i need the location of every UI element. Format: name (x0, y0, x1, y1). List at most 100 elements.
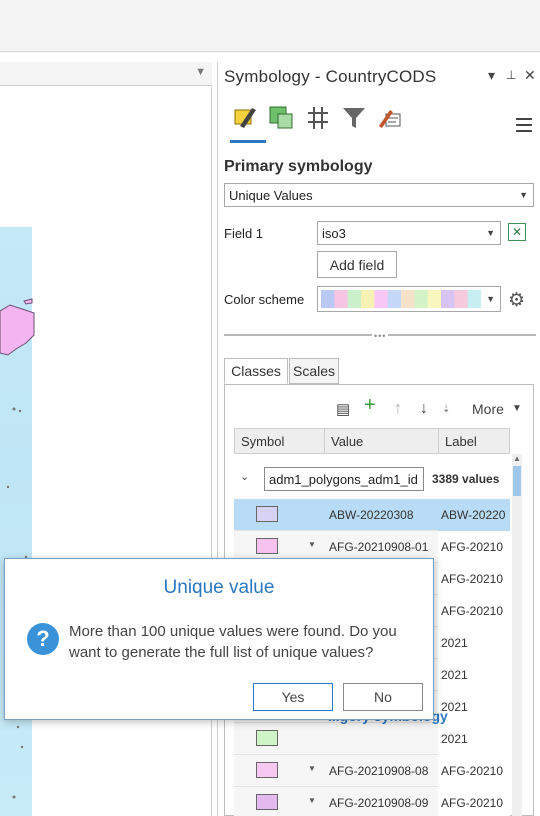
move-up-icon[interactable]: ↑ (394, 400, 402, 418)
color-scheme-swatch (467, 290, 481, 308)
color-scheme-swatch (347, 290, 362, 308)
symbol-swatch[interactable] (256, 794, 278, 810)
pane-options-icon[interactable]: ▾ (488, 67, 495, 84)
group-heading-row: ⌄ adm1_polygons_adm1_id 3389 values (234, 460, 510, 496)
table-row[interactable]: ▼ AFG-20210908-09 AFG-20210 (234, 787, 510, 816)
expression-icon[interactable]: ✕ (508, 223, 526, 241)
more-menu-label[interactable]: More (472, 401, 504, 417)
add-values-icon[interactable]: ▤ (336, 400, 350, 418)
filter-icon[interactable] (338, 102, 370, 134)
symbol-cell[interactable]: ▼ (234, 755, 324, 787)
label-cell[interactable]: 2021 (438, 627, 510, 659)
move-down-icon[interactable]: ↓ (420, 400, 428, 418)
symbol-cell[interactable]: ▼ (234, 787, 324, 816)
symbology-icon-tabs (230, 102, 430, 143)
no-button[interactable]: No (343, 683, 423, 711)
menu-icon[interactable] (516, 118, 532, 136)
chevron-down-icon[interactable]: ▼ (308, 796, 316, 805)
chevron-down-icon[interactable]: ▼ (195, 66, 206, 78)
symbol-swatch[interactable] (256, 730, 278, 746)
gear-icon[interactable]: ⚙ (508, 289, 525, 312)
add-icon[interactable]: + (364, 394, 376, 417)
value-cell (326, 723, 436, 755)
table-header: Symbol Value Label (234, 428, 510, 454)
primary-symbology-icon[interactable] (230, 102, 262, 134)
label-cell[interactable]: ABW-20220 (438, 499, 510, 531)
table-row[interactable]: 2021 (234, 723, 510, 755)
dialog-title: Unique value (163, 577, 275, 598)
symbol-cell[interactable] (234, 499, 324, 531)
renderer-select[interactable]: Unique Values ▼ (224, 183, 534, 207)
color-scheme-label: Color scheme (224, 292, 305, 307)
chevron-down-icon: ▼ (486, 294, 495, 304)
symbol-swatch[interactable] (256, 762, 278, 778)
reorder-icon[interactable]: ⇣ (442, 404, 450, 415)
color-scheme-swatch (401, 290, 415, 308)
label-cell[interactable]: 2021 (438, 659, 510, 691)
color-scheme-swatch (321, 290, 335, 308)
label-cell[interactable]: AFG-20210 (438, 531, 510, 563)
value-cell: ABW-20220308 (329, 508, 414, 522)
table-row[interactable]: ▼ AFG-20210908-08 AFG-20210 (234, 755, 510, 787)
header-value[interactable]: Value (325, 429, 439, 453)
active-tab-indicator (230, 140, 266, 143)
color-scheme-swatch (361, 290, 375, 308)
unique-value-dialog: Unique value ? More than 100 unique valu… (4, 558, 434, 720)
label-cell[interactable]: AFG-20210 (438, 595, 510, 627)
chevron-down-icon: ▼ (519, 190, 528, 200)
chevron-down-icon[interactable]: ▼ (308, 764, 316, 773)
label-cell[interactable]: AFG-20210 (438, 563, 510, 595)
table-row[interactable]: ABW-20220308 ABW-20220 (234, 499, 510, 531)
ribbon (0, 0, 540, 52)
collapse-chevron-icon[interactable]: ⌄ (240, 470, 249, 483)
header-symbol[interactable]: Symbol (235, 429, 325, 453)
chevron-down-icon[interactable]: ▼ (308, 540, 316, 549)
label-class-icon[interactable] (374, 102, 406, 134)
field1-value: iso3 (322, 225, 346, 241)
value-cell: AFG-20210908-09 (329, 796, 429, 810)
renderer-select-value: Unique Values (229, 187, 313, 203)
chevron-down-icon[interactable]: ▼ (512, 403, 522, 414)
group-value-count: 3389 values (432, 472, 500, 486)
color-scheme-swatch (334, 290, 349, 308)
color-scheme-swatch (441, 290, 455, 308)
label-cell[interactable]: 2021 (438, 691, 510, 723)
symbol-swatch[interactable] (256, 538, 278, 554)
grip-icon: ••• (372, 331, 389, 341)
label-cell[interactable]: AFG-20210 (438, 787, 510, 816)
color-scheme-select[interactable]: ▼ (317, 286, 501, 312)
label-cell[interactable]: AFG-20210 (438, 755, 510, 787)
add-field-button[interactable]: Add field (317, 251, 397, 278)
pin-icon[interactable]: ⊥ (506, 68, 516, 82)
table-scrollbar[interactable]: ▲ (512, 454, 522, 816)
close-icon[interactable]: ✕ (524, 67, 536, 84)
yes-button[interactable]: Yes (253, 683, 333, 711)
symbol-cell[interactable] (234, 723, 324, 755)
dialog-message: More than 100 unique values were found. … (69, 623, 397, 661)
vary-symbology-icon[interactable] (266, 102, 298, 134)
color-scheme-swatch (374, 290, 389, 308)
field1-select[interactable]: iso3 ▼ (317, 221, 501, 245)
app-window: ▼ Symbology - CountryCODS ▾ ⊥ ✕ Primary … (0, 0, 540, 816)
symbol-swatch[interactable] (256, 506, 278, 522)
pane-splitter[interactable]: ••• (224, 331, 536, 342)
color-scheme-swatch (414, 290, 429, 308)
scroll-thumb[interactable] (513, 466, 521, 496)
scroll-up-icon[interactable]: ▲ (512, 454, 522, 463)
question-icon: ? (27, 623, 59, 655)
primary-symbology-heading: Primary symbology (224, 158, 373, 175)
map-tab-bar: ▼ (0, 62, 212, 86)
color-scheme-swatch (387, 290, 402, 308)
header-label[interactable]: Label (439, 429, 511, 453)
color-scheme-swatch (427, 290, 442, 308)
pane-title: Symbology - CountryCODS (224, 67, 437, 86)
tab-classes[interactable]: Classes (224, 358, 288, 384)
value-cell: AFG-20210908-08 (329, 764, 429, 778)
color-ramp-preview (321, 290, 481, 308)
symbol-layer-drawing-icon[interactable] (302, 102, 334, 134)
label-cell[interactable]: 2021 (438, 723, 510, 755)
chevron-down-icon: ▼ (486, 228, 495, 238)
tab-scales[interactable]: Scales (289, 358, 339, 384)
color-scheme-swatch (454, 290, 469, 308)
group-heading-input[interactable]: adm1_polygons_adm1_id (264, 467, 424, 491)
